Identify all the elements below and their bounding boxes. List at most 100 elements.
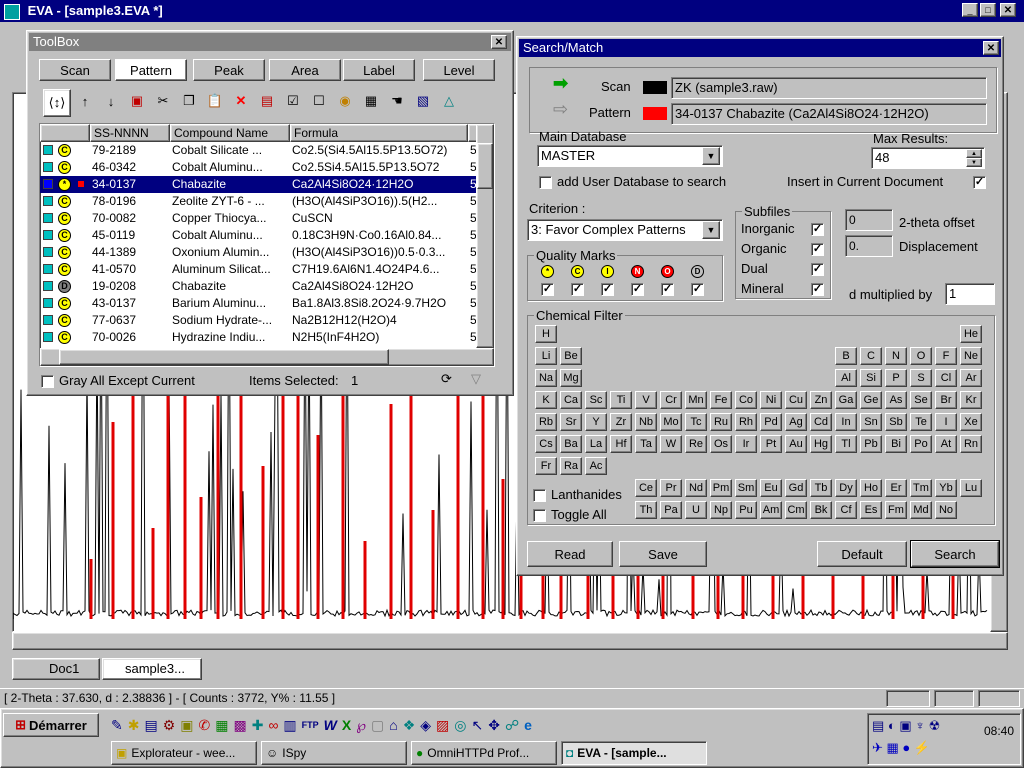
element-button-ru[interactable]: Ru <box>710 413 732 431</box>
tray-icons-2[interactable]: ✈ ▦ ● ⚡ <box>872 740 930 756</box>
read-button[interactable]: Read <box>527 541 613 567</box>
uncheck-icon[interactable]: ☐ <box>307 89 331 113</box>
task-explorer[interactable]: ▣ Explorateur - wee... <box>111 741 257 765</box>
maximize-button[interactable]: □ <box>980 3 996 17</box>
quality-mark-checkbox[interactable]: ✓ <box>691 283 704 296</box>
table-row[interactable]: C 41-0570 Aluminum Silicat... C7H19.6Al6N1.… <box>40 261 477 278</box>
quality-mark-checkbox[interactable]: ✓ <box>601 283 614 296</box>
tab-doc1[interactable]: Doc1 <box>12 658 100 680</box>
quality-mark-checkbox[interactable]: ✓ <box>541 283 554 296</box>
element-button-po[interactable]: Po <box>910 435 932 453</box>
element-button-zr[interactable]: Zr <box>610 413 632 431</box>
tab-peak[interactable]: Peak <box>193 59 265 81</box>
element-button-lu[interactable]: Lu <box>960 479 982 497</box>
main-db-select[interactable]: MASTER ▼ <box>537 145 723 167</box>
toolbox-close-button[interactable]: ✕ <box>491 35 507 49</box>
element-button-in[interactable]: In <box>835 413 857 431</box>
ql-icon-22[interactable]: ↖ <box>471 717 483 734</box>
quality-mark-checkbox[interactable]: ✓ <box>661 283 674 296</box>
chart-icon[interactable]: ▧ <box>411 89 435 113</box>
column-header-name[interactable]: Compound Name <box>170 124 290 142</box>
element-button-cf[interactable]: Cf <box>835 501 857 519</box>
element-button-s[interactable]: S <box>910 369 932 387</box>
element-button-mn[interactable]: Mn <box>685 391 707 409</box>
element-button-u[interactable]: U <box>685 501 707 519</box>
element-button-ag[interactable]: Ag <box>785 413 807 431</box>
element-button-hg[interactable]: Hg <box>810 435 832 453</box>
column-header-ss[interactable]: SS-NNNN <box>90 124 170 142</box>
element-button-ta[interactable]: Ta <box>635 435 657 453</box>
element-button-tc[interactable]: Tc <box>685 413 707 431</box>
element-button-n[interactable]: N <box>885 347 907 365</box>
move-down-icon[interactable]: ↓ <box>99 89 123 113</box>
paste-icon[interactable]: 📋 <box>203 89 227 113</box>
element-button-cu[interactable]: Cu <box>785 391 807 409</box>
element-button-fr[interactable]: Fr <box>535 457 557 475</box>
element-button-sn[interactable]: Sn <box>860 413 882 431</box>
element-button-ca[interactable]: Ca <box>560 391 582 409</box>
element-button-w[interactable]: W <box>660 435 682 453</box>
ql-icon-21[interactable]: ◎ <box>454 717 466 734</box>
cut-icon[interactable]: ✂ <box>151 89 175 113</box>
element-button-fe[interactable]: Fe <box>710 391 732 409</box>
table-row[interactable]: D 19-0208 Chabazite Ca2Al4Si8O24·12H2O 5 <box>40 278 477 295</box>
ql-icon-7[interactable]: ▦ <box>215 717 228 734</box>
ql-icon-24[interactable]: ☍ <box>505 717 519 734</box>
element-button-yb[interactable]: Yb <box>935 479 957 497</box>
close-button[interactable]: ✕ <box>1000 3 1016 17</box>
list-hscroll-thumb[interactable] <box>59 349 389 365</box>
element-button-o[interactable]: O <box>910 347 932 365</box>
element-button-mg[interactable]: Mg <box>560 369 582 387</box>
element-button-sr[interactable]: Sr <box>560 413 582 431</box>
element-button-pa[interactable]: Pa <box>660 501 682 519</box>
scan-field[interactable]: ZK (sample3.raw) <box>671 77 987 99</box>
ql-icon-4[interactable]: ⚙ <box>163 717 176 734</box>
element-button-cd[interactable]: Cd <box>810 413 832 431</box>
ql-icon-1[interactable]: ✎ <box>111 717 123 734</box>
ql-icon-11[interactable]: ▥ <box>283 717 296 734</box>
ql-icon-8[interactable]: ▩ <box>233 717 246 734</box>
element-button-pt[interactable]: Pt <box>760 435 782 453</box>
ql-icon-19[interactable]: ◈ <box>420 717 431 734</box>
table-row[interactable]: * 34-0137 Chabazite Ca2Al4Si8O24·12H2O 5 <box>40 176 477 193</box>
table-row[interactable]: C 46-0342 Cobalt Aluminu... Co2.5Si4.5Al15.… <box>40 159 477 176</box>
column-header-icons[interactable] <box>40 124 90 142</box>
subfile-checkbox-organic[interactable]: ✓ <box>811 243 824 256</box>
funnel-icon[interactable]: ▽ <box>471 371 481 387</box>
element-button-bk[interactable]: Bk <box>810 501 832 519</box>
element-button-at[interactable]: At <box>935 435 957 453</box>
table-row[interactable]: C 70-0026 Hydrazine Indiu... N2H5(InF4H2O) 5 <box>40 329 477 346</box>
element-button-se[interactable]: Se <box>910 391 932 409</box>
ql-icon-23[interactable]: ✥ <box>488 717 500 734</box>
list-hscrollbar[interactable] <box>40 348 494 366</box>
subfile-checkbox-inorganic[interactable]: ✓ <box>811 223 824 236</box>
element-button-co[interactable]: Co <box>735 391 757 409</box>
excel-icon[interactable]: X <box>342 717 351 733</box>
clipboard-icon[interactable]: ▤ <box>255 89 279 113</box>
element-button-al[interactable]: Al <box>835 369 857 387</box>
column-header-formula[interactable]: Formula <box>290 124 468 142</box>
element-button-hf[interactable]: Hf <box>610 435 632 453</box>
element-button-ne[interactable]: Ne <box>960 347 982 365</box>
ql-icon-16[interactable]: ▢ <box>371 717 384 734</box>
element-button-p[interactable]: P <box>885 369 907 387</box>
tab-sample3[interactable]: sample3... <box>102 658 202 680</box>
element-button-la[interactable]: La <box>585 435 607 453</box>
task-eva[interactable]: ◘ EVA - [sample... <box>561 741 707 765</box>
element-button-md[interactable]: Md <box>910 501 932 519</box>
element-button-nb[interactable]: Nb <box>635 413 657 431</box>
element-button-nd[interactable]: Nd <box>685 479 707 497</box>
d-mult-field[interactable]: 1 <box>945 283 995 305</box>
delete-icon[interactable]: ✕ <box>229 89 253 113</box>
element-button-y[interactable]: Y <box>585 413 607 431</box>
element-button-as[interactable]: As <box>885 391 907 409</box>
element-button-ga[interactable]: Ga <box>835 391 857 409</box>
element-button-ti[interactable]: Ti <box>610 391 632 409</box>
search-button[interactable]: Search <box>910 540 1000 568</box>
element-button-pu[interactable]: Pu <box>735 501 757 519</box>
table-row[interactable]: C 70-0082 Copper Thiocya... CuSCN 5 <box>40 210 477 227</box>
element-button-zn[interactable]: Zn <box>810 391 832 409</box>
chevron-down-icon[interactable]: ▼ <box>702 147 720 165</box>
element-button-fm[interactable]: Fm <box>885 501 907 519</box>
element-button-i[interactable]: I <box>935 413 957 431</box>
